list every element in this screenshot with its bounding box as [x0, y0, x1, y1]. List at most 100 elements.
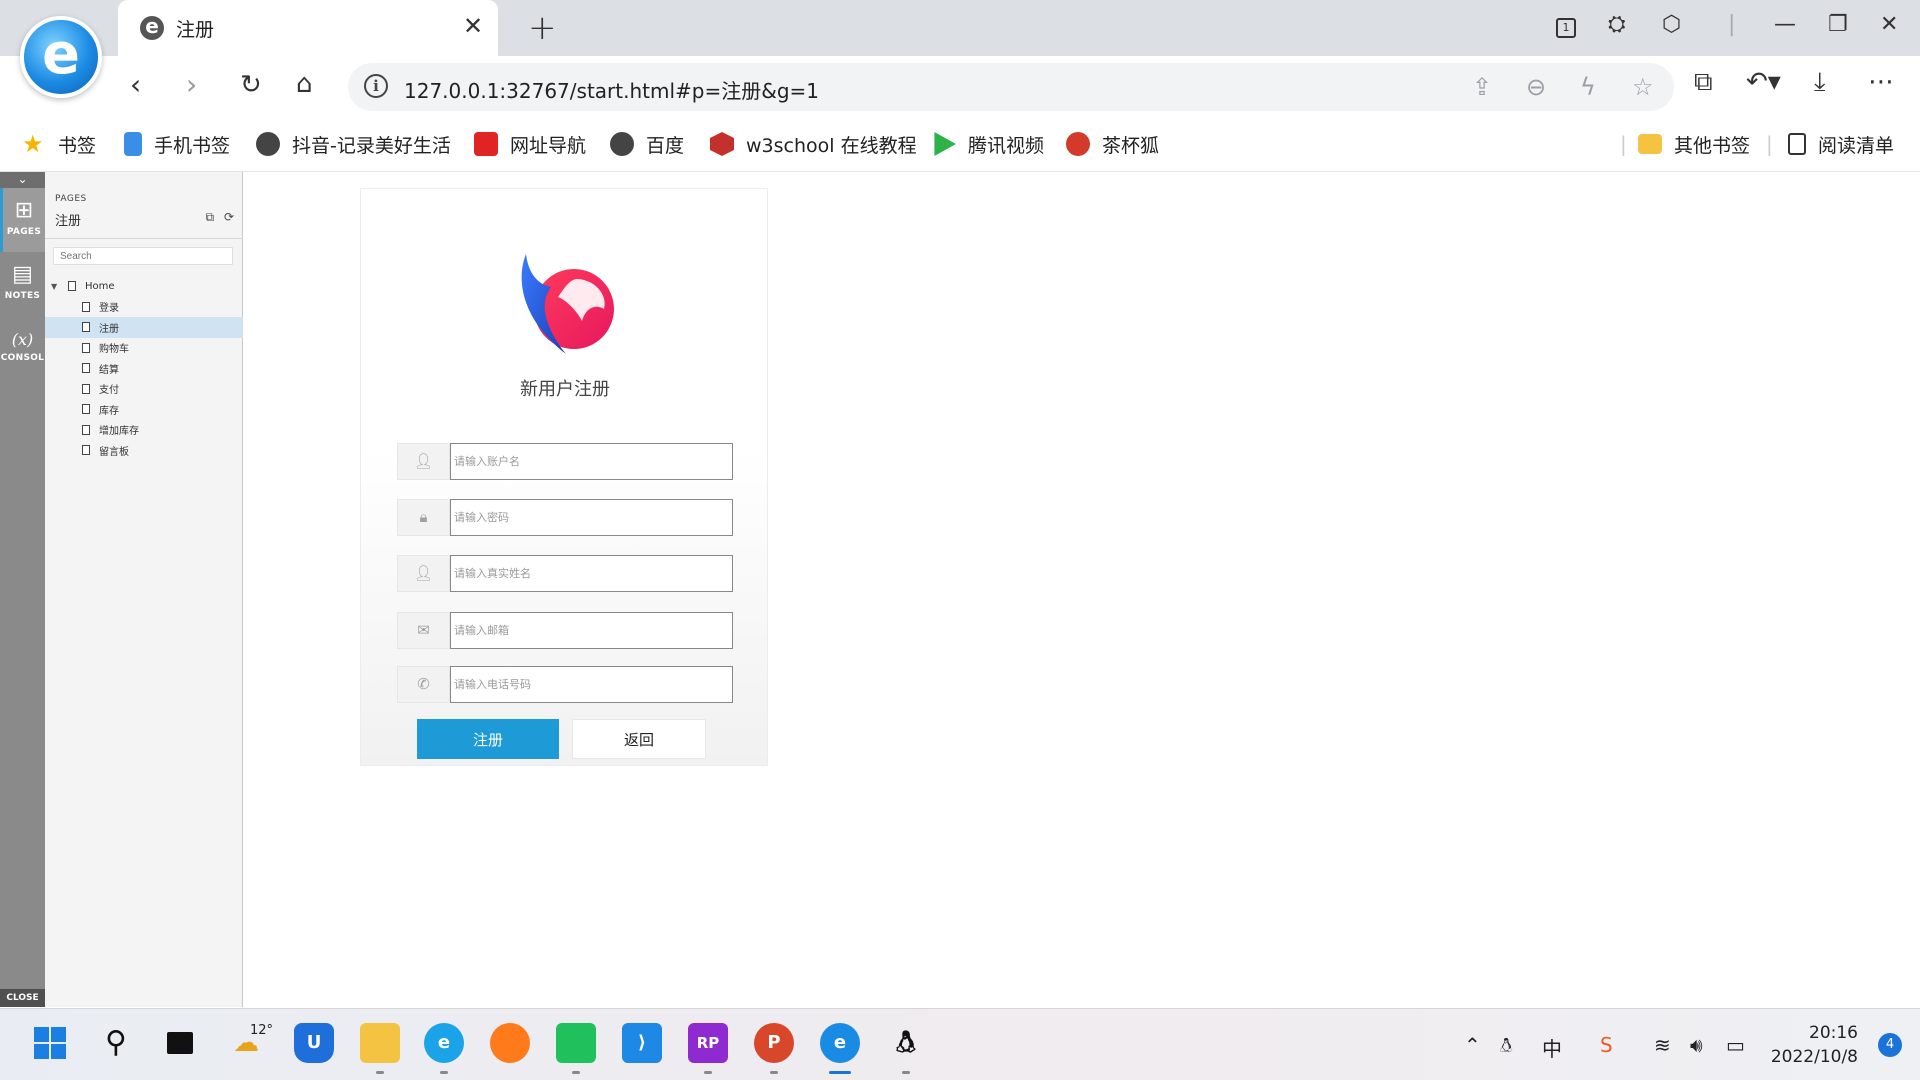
download-icon[interactable]: ⤓	[1814, 67, 1826, 98]
site-info-icon[interactable]: i	[364, 74, 388, 98]
browser-taskbar-icon[interactable]: e	[820, 1023, 860, 1063]
home-icon[interactable]: ⌂	[296, 69, 313, 99]
address-bar[interactable]: i 127.0.0.1:32767/start.html#p=注册&g=1 ⇪ …	[348, 63, 1674, 111]
edge-icon[interactable]: e	[424, 1023, 464, 1063]
wifi-icon[interactable]: ≋	[1654, 1033, 1671, 1057]
qq-icon[interactable]: 🐧︎	[886, 1023, 926, 1063]
close-window-icon[interactable]: ✕	[1880, 12, 1898, 37]
browser-logo	[20, 16, 102, 98]
tree-item-selected[interactable]: 注册	[45, 317, 243, 338]
bookmark-item[interactable]: 抖音-记录美好生活	[256, 130, 451, 158]
minimize-icon[interactable]: —	[1774, 12, 1796, 37]
axure-rp-icon[interactable]: RP	[688, 1023, 728, 1063]
phone-input[interactable]	[450, 666, 733, 703]
share-icon[interactable]: ⇪	[1472, 73, 1492, 101]
sidebar-tab-notes[interactable]: ▤ NOTES	[0, 252, 45, 316]
bookmark-label: 百度	[646, 134, 685, 157]
close-sidebar-button[interactable]: CLOSE	[0, 989, 45, 1007]
bookmark-item[interactable]: 茶杯狐	[1066, 130, 1159, 158]
page-search-input[interactable]	[53, 247, 233, 265]
navigation-bar: ‹ › ↻ ⌂ i 127.0.0.1:32767/start.html#p=注…	[0, 56, 1920, 116]
ime-indicator[interactable]: 中	[1542, 1033, 1562, 1062]
address-text[interactable]: 127.0.0.1:32767/start.html#p=注册&g=1	[404, 75, 819, 104]
bookmark-item[interactable]: w3school 在线教程	[710, 130, 917, 158]
shirt-skin-icon[interactable]: ⬡	[1662, 12, 1681, 37]
collapse-chevron-icon[interactable]: ⌄	[0, 172, 45, 188]
sync-icon[interactable]: ⟳	[224, 210, 234, 224]
notification-badge[interactable]: 4	[1878, 1033, 1902, 1057]
bookmark-item[interactable]: 腾讯视频	[932, 130, 1044, 158]
reading-list-icon	[1788, 133, 1806, 155]
page-icon	[82, 301, 90, 312]
tree-item[interactable]: 购物车	[45, 338, 243, 359]
other-bookmarks[interactable]: 其他书签	[1638, 130, 1750, 158]
qq-tray-icon[interactable]: 🐧︎	[1500, 1033, 1512, 1060]
back-button[interactable]: 返回	[572, 719, 706, 759]
w3school-icon	[710, 132, 734, 156]
phone-field: ✆	[397, 666, 733, 703]
pycharm-icon[interactable]	[556, 1023, 596, 1063]
realname-input[interactable]	[450, 555, 733, 592]
sidebar-tab-console[interactable]: (x) CONSOL	[0, 316, 45, 380]
defender-icon[interactable]: U	[294, 1023, 334, 1063]
tree-item-label: 登录	[99, 303, 119, 315]
tree-item[interactable]: 留言板	[45, 440, 243, 461]
tree-item[interactable]: 支付	[45, 379, 243, 400]
forward-icon[interactable]: ›	[186, 68, 197, 101]
battery-icon[interactable]: ▭	[1726, 1033, 1745, 1057]
favorite-star-icon[interactable]: ☆	[1632, 73, 1654, 101]
tree-item[interactable]: 增加库存	[45, 420, 243, 441]
start-menu-icon[interactable]	[30, 1023, 70, 1063]
caret-down-icon[interactable]: ▼	[51, 282, 57, 291]
bookmark-item[interactable]: 百度	[610, 130, 684, 158]
divider	[45, 238, 243, 239]
tab-overview-button[interactable]: 1	[1556, 12, 1576, 38]
vscode-icon[interactable]: ⟩	[622, 1023, 662, 1063]
undo-close-icon[interactable]: ↶▾	[1746, 67, 1781, 97]
bookmark-item[interactable]: ★ 书签	[22, 130, 96, 158]
tree-item[interactable]: 库存	[45, 399, 243, 420]
running-indicator	[440, 1071, 448, 1074]
show-hidden-icons[interactable]: ⌃	[1464, 1033, 1481, 1057]
register-button[interactable]: 注册	[417, 719, 559, 759]
password-input[interactable]	[450, 499, 733, 536]
tab-favicon-icon	[140, 14, 164, 40]
douyin-icon	[256, 132, 280, 156]
email-input[interactable]	[450, 612, 733, 649]
active-indicator	[829, 1071, 851, 1074]
volume-icon[interactable]: 🔊︎	[1690, 1033, 1703, 1057]
powerpoint-icon[interactable]: P	[754, 1023, 794, 1063]
reading-list[interactable]: 阅读清单	[1788, 130, 1894, 158]
expand-icon[interactable]: ⧉	[206, 210, 215, 224]
restore-icon[interactable]: ❐	[1828, 12, 1848, 37]
tree-item-home[interactable]: ▼ Home	[45, 276, 243, 297]
file-explorer-icon[interactable]	[360, 1023, 400, 1063]
incognito-icon[interactable]: ⛭	[1608, 12, 1626, 37]
firefox-icon[interactable]	[490, 1023, 530, 1063]
extensions-icon[interactable]: ⧉	[1694, 67, 1713, 98]
user-icon: 👤︎	[397, 555, 450, 592]
username-input[interactable]	[450, 443, 733, 480]
taskbar: ⚲ ☁ 12° U e ⟩ RP P e 🐧︎ ⌃ 🐧︎ 中 S ≋ 🔊︎ ▭ …	[0, 1008, 1920, 1080]
new-tab-icon[interactable]: +	[528, 8, 557, 48]
tab-count: 1	[1556, 18, 1576, 38]
active-tab[interactable]: 注册 ✕	[118, 0, 498, 56]
sidebar-tab-pages[interactable]: ⊞ PAGES	[0, 188, 45, 252]
bookmark-item[interactable]: 网址导航	[474, 130, 586, 158]
password-field: 🔒︎	[397, 499, 733, 536]
back-icon[interactable]: ‹	[130, 68, 141, 101]
current-page-name: 注册	[55, 214, 82, 229]
bookmark-label: w3school 在线教程	[746, 134, 917, 157]
system-clock[interactable]: 20:16 2022/10/8	[1771, 1021, 1858, 1069]
more-menu-icon[interactable]: ⋯	[1868, 67, 1894, 97]
search-icon[interactable]: ⚲	[96, 1023, 136, 1063]
task-view-icon[interactable]	[160, 1023, 200, 1063]
bookmark-item[interactable]: 手机书签	[124, 130, 230, 158]
sublime-tray-icon[interactable]: S	[1600, 1033, 1613, 1057]
reload-icon[interactable]: ↻	[240, 70, 262, 100]
tree-item[interactable]: 登录	[45, 297, 243, 318]
close-tab-icon[interactable]: ✕	[463, 12, 483, 40]
tree-item[interactable]: 结算	[45, 358, 243, 379]
lightning-icon[interactable]: ϟ	[1580, 73, 1596, 101]
zoom-out-icon[interactable]: ⊖	[1526, 73, 1546, 101]
